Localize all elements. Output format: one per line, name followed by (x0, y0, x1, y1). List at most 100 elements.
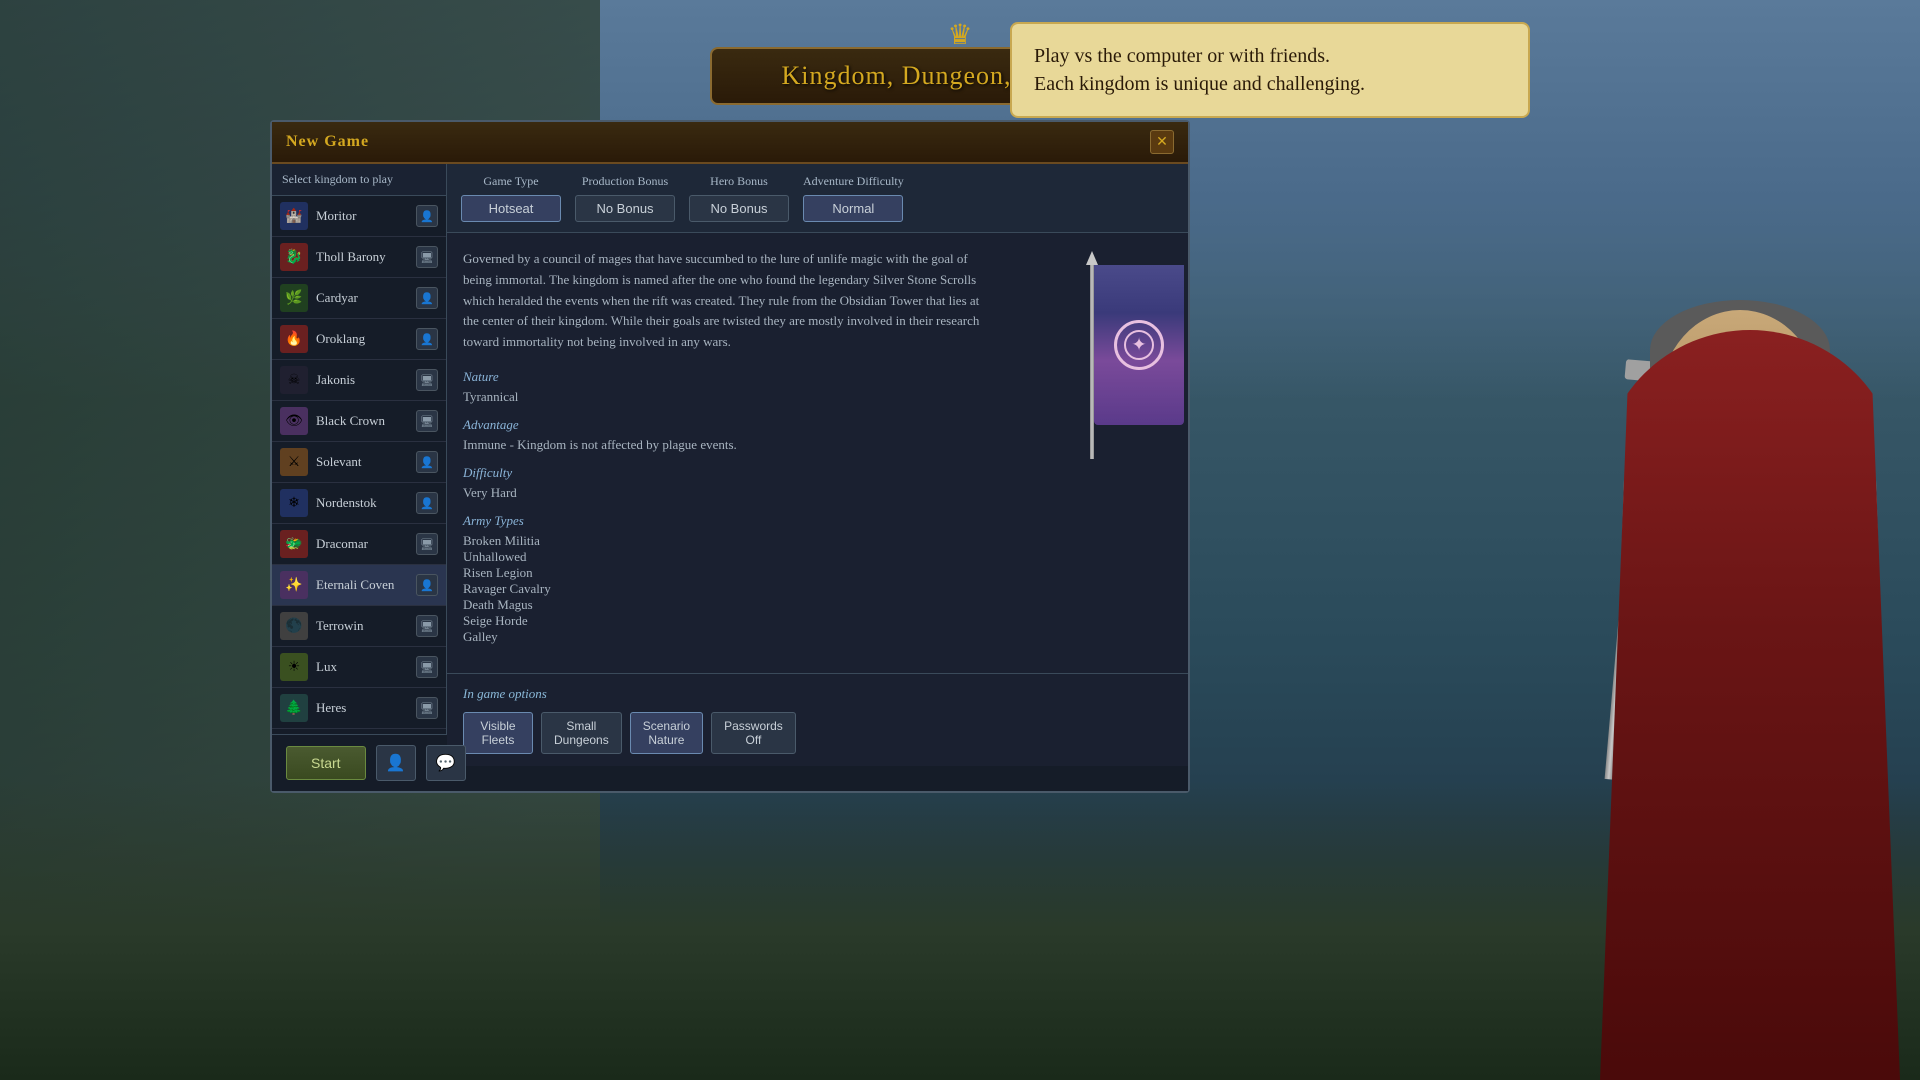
lux-name: Lux (316, 659, 408, 675)
sidebar-item-oroklang[interactable]: 🔥 Oroklang 👤 (272, 319, 446, 360)
players-icon: 👤 (386, 753, 406, 773)
ingame-title: In game options (463, 686, 1172, 702)
solevant-type: 👤 (416, 451, 438, 473)
production-bonus-label: Production Bonus (582, 174, 668, 189)
production-bonus-button[interactable]: No Bonus (575, 195, 675, 222)
content-area: Game Type Hotseat Production Bonus No Bo… (447, 164, 1188, 734)
difficulty-value: Very Hard (463, 485, 992, 501)
new-game-dialog: New Game ✕ Select kingdom to play 🏰 Mori… (270, 120, 1190, 793)
game-type-label: Game Type (483, 174, 538, 189)
chat-icon: 💬 (436, 753, 456, 773)
oroklang-type: 👤 (416, 328, 438, 350)
heres-type: 🖥 (416, 697, 438, 719)
oroklang-name: Oroklang (316, 331, 408, 347)
sidebar-item-dracomar[interactable]: 🐲 Dracomar 🖥 (272, 524, 446, 565)
banner-flag (1094, 265, 1184, 425)
emblem-inner (1124, 330, 1154, 360)
solevant-icon: ⚔ (280, 448, 308, 476)
blackcrown-icon: 👁 (280, 407, 308, 435)
sidebar-item-black-crown[interactable]: 👁 Black Crown 🖥 (272, 401, 446, 442)
game-type-group: Game Type Hotseat (461, 174, 561, 222)
sidebar-item-terrowin[interactable]: 🌑 Terrowin 🖥 (272, 606, 446, 647)
hero-bonus-group: Hero Bonus No Bonus (689, 174, 789, 222)
moritor-icon: 🏰 (280, 202, 308, 230)
sidebar-item-tholl-barony[interactable]: 🐉 Tholl Barony 🖥 (272, 237, 446, 278)
small-dungeons-button[interactable]: Small Dungeons (541, 712, 622, 754)
tholl-name: Tholl Barony (316, 249, 408, 265)
blackcrown-name: Black Crown (316, 413, 408, 429)
kingdom-list-header: Select kingdom to play (272, 164, 446, 196)
army-types-label: Army Types (463, 513, 992, 529)
nordenstok-name: Nordenstok (316, 495, 408, 511)
game-type-button[interactable]: Hotseat (461, 195, 561, 222)
sidebar-item-eternali-coven[interactable]: ✨ Eternali Coven 👤 (272, 565, 446, 606)
hero-bonus-button[interactable]: No Bonus (689, 195, 789, 222)
visible-fleets-button[interactable]: Visible Fleets (463, 712, 533, 754)
jakonis-icon: ☠ (280, 366, 308, 394)
terrowin-name: Terrowin (316, 618, 408, 634)
army-type-0: Broken Militia (463, 533, 992, 549)
solevant-name: Solevant (316, 454, 408, 470)
king-figure (1540, 230, 1920, 1080)
adventure-difficulty-group: Adventure Difficulty Normal (803, 174, 904, 222)
nature-label: Nature (463, 369, 992, 385)
sidebar-item-cardyar[interactable]: 🌿 Cardyar 👤 (272, 278, 446, 319)
jakonis-name: Jakonis (316, 372, 408, 388)
army-type-2: Risen Legion (463, 565, 992, 581)
heres-name: Heres (316, 700, 408, 716)
moritor-type: 👤 (416, 205, 438, 227)
sidebar-item-lux[interactable]: ☀ Lux 🖥 (272, 647, 446, 688)
sidebar-item-jakonis[interactable]: ☠ Jakonis 🖥 (272, 360, 446, 401)
cardyar-icon: 🌿 (280, 284, 308, 312)
moritor-name: Moritor (316, 208, 408, 224)
chat-icon-button[interactable]: 💬 (426, 745, 466, 781)
lux-icon: ☀ (280, 653, 308, 681)
king-body (1580, 280, 1900, 1080)
army-type-1: Unhallowed (463, 549, 992, 565)
dialog-title: New Game (286, 133, 369, 151)
tholl-type: 🖥 (416, 246, 438, 268)
banner-tip (1086, 251, 1098, 265)
dracomar-type: 🖥 (416, 533, 438, 555)
adventure-difficulty-button[interactable]: Normal (803, 195, 903, 222)
nordenstok-icon: ❄ (280, 489, 308, 517)
advantage-value: Immune - Kingdom is not affected by plag… (463, 437, 992, 453)
eternali-icon: ✨ (280, 571, 308, 599)
players-icon-button[interactable]: 👤 (376, 745, 416, 781)
lux-type: 🖥 (416, 656, 438, 678)
tholl-icon: 🐉 (280, 243, 308, 271)
adventure-difficulty-label: Adventure Difficulty (803, 174, 904, 189)
cardyar-name: Cardyar (316, 290, 408, 306)
scenario-nature-button[interactable]: Scenario Nature (630, 712, 703, 754)
sidebar-item-heres[interactable]: 🌲 Heres 🖥 (272, 688, 446, 729)
jakonis-type: 🖥 (416, 369, 438, 391)
army-type-4: Death Magus (463, 597, 992, 613)
terrowin-type: 🖥 (416, 615, 438, 637)
kingdom-description: Governed by a council of mages that have… (463, 249, 992, 353)
kingdom-banner (1032, 259, 1152, 439)
tooltip-box: Play vs the computer or with friends. Ea… (1010, 22, 1530, 118)
banner-emblem (1114, 320, 1164, 370)
start-button[interactable]: Start (286, 746, 366, 780)
production-bonus-group: Production Bonus No Bonus (575, 174, 675, 222)
army-type-6: Galley (463, 629, 992, 645)
heres-icon: 🌲 (280, 694, 308, 722)
description-col: Governed by a council of mages that have… (463, 249, 992, 657)
dialog-titlebar: New Game ✕ (272, 122, 1188, 164)
sidebar-item-moritor[interactable]: 🏰 Moritor 👤 (272, 196, 446, 237)
emblem-circle (1114, 320, 1164, 370)
sidebar-item-solevant[interactable]: ⚔ Solevant 👤 (272, 442, 446, 483)
king-robe (1600, 330, 1900, 1080)
army-types-list: Broken Militia Unhallowed Risen Legion R… (463, 533, 992, 645)
sidebar-item-nordenstok[interactable]: ❄ Nordenstok 👤 (272, 483, 446, 524)
advantage-label: Advantage (463, 417, 992, 433)
passwords-off-button[interactable]: Passwords Off (711, 712, 796, 754)
army-type-3: Ravager Cavalry (463, 581, 992, 597)
eternali-type: 👤 (416, 574, 438, 596)
hero-bonus-label: Hero Bonus (710, 174, 768, 189)
nature-value: Tyrannical (463, 389, 992, 405)
close-button[interactable]: ✕ (1150, 130, 1174, 154)
nordenstok-type: 👤 (416, 492, 438, 514)
main-panel: Governed by a council of mages that have… (447, 233, 1188, 673)
dracomar-icon: 🐲 (280, 530, 308, 558)
